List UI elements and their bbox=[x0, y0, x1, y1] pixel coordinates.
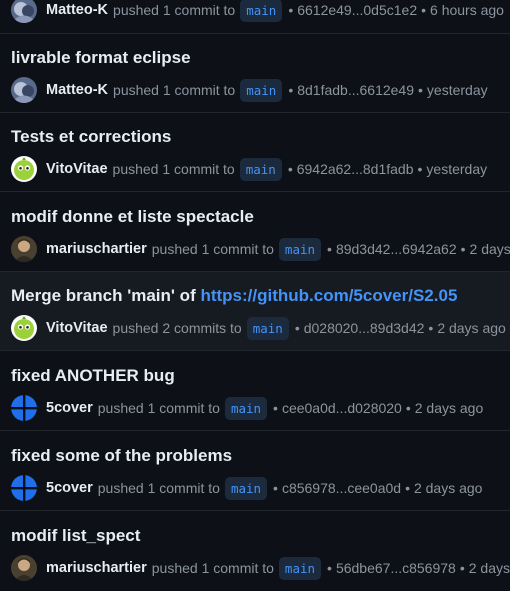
commit-range-link[interactable]: c856978...cee0a0d bbox=[282, 480, 401, 496]
separator-dot: • bbox=[405, 480, 410, 496]
commit-range-link[interactable]: 8d1fadb...6612e49 bbox=[297, 82, 414, 98]
branch-badge[interactable]: main bbox=[240, 78, 283, 102]
entry-meta: 5cover pushed 1 commit to main • cee0a0d… bbox=[11, 395, 483, 421]
entry-meta: mariuschartier pushed 1 commit to main •… bbox=[11, 555, 510, 581]
entry-pushed-text: pushed 1 commit to bbox=[112, 161, 235, 177]
entry-pushed-text: pushed 1 commit to bbox=[113, 82, 236, 98]
separator-dot: • bbox=[418, 82, 423, 98]
separator-dot: • bbox=[459, 560, 465, 576]
entry-time: yesterday bbox=[426, 161, 488, 177]
entry-time: 6 hours ago bbox=[430, 2, 504, 18]
entry-username[interactable]: Matteo-K bbox=[46, 82, 108, 98]
activity-entry: fixed some of the problems 5cover pushed… bbox=[0, 432, 510, 511]
activity-entry: modif list_spect mariuschartier pushed 1… bbox=[0, 512, 510, 591]
entry-meta: VitoVitae pushed 1 commit to main • 6942… bbox=[11, 156, 487, 182]
entry-meta: Matteo-K pushed 1 commit to main • 8d1fa… bbox=[11, 77, 488, 103]
entry-pushed-text: pushed 2 commits to bbox=[112, 320, 242, 336]
entry-username[interactable]: 5cover bbox=[46, 400, 93, 416]
activity-entry: Tests et corrections VitoVitae pushed 1 … bbox=[0, 113, 510, 192]
commit-range-link[interactable]: 6942a62...8d1fadb bbox=[297, 161, 414, 177]
separator-dot: • bbox=[287, 161, 293, 177]
avatar-vito-icon[interactable] bbox=[11, 156, 37, 182]
separator-dot: • bbox=[288, 82, 294, 98]
commit-title[interactable]: livrable format eclipse bbox=[11, 48, 191, 68]
entry-pushed-text: pushed 1 commit to bbox=[97, 480, 220, 496]
commit-title[interactable]: fixed some of the problems bbox=[11, 446, 232, 466]
commit-title[interactable]: modif list_spect bbox=[11, 526, 140, 546]
separator-dot: • bbox=[327, 560, 332, 576]
entry-username[interactable]: VitoVitae bbox=[46, 320, 108, 336]
branch-badge[interactable]: main bbox=[224, 476, 268, 500]
avatar-5cover-icon[interactable] bbox=[11, 395, 37, 421]
entry-username[interactable]: 5cover bbox=[46, 480, 93, 496]
separator-dot: • bbox=[460, 241, 466, 257]
activity-entry: modif donne et liste spectacle mariuscha… bbox=[0, 193, 510, 272]
branch-badge[interactable]: main bbox=[278, 237, 322, 261]
branch-badge[interactable]: main bbox=[239, 157, 282, 181]
commit-range-link[interactable]: 6612e49...0d5c1e2 bbox=[297, 2, 417, 18]
entry-time: 2 days ago bbox=[437, 320, 506, 336]
branch-badge[interactable]: main bbox=[240, 0, 283, 22]
commit-range-link[interactable]: cee0a0d...d028020 bbox=[282, 400, 402, 416]
entry-meta: Matteo-K pushed 1 commit to main • 6612e… bbox=[11, 0, 504, 23]
entry-time: 2 days ago bbox=[414, 400, 484, 416]
entry-time: 2 days ago bbox=[413, 480, 483, 496]
entry-username[interactable]: mariuschartier bbox=[46, 560, 147, 576]
entry-time: 2 days ago bbox=[469, 241, 510, 257]
separator-dot: • bbox=[273, 400, 278, 416]
activity-entry: livrable format eclipse Matteo-K pushed … bbox=[0, 34, 510, 113]
avatar-marius-icon[interactable] bbox=[11, 555, 37, 581]
commit-title[interactable]: fixed ANOTHER bug bbox=[11, 366, 175, 386]
entry-meta: 5cover pushed 1 commit to main • c856978… bbox=[11, 475, 482, 501]
activity-entry: Matteo-K pushed 1 commit to main • 6612e… bbox=[0, 0, 510, 34]
commit-title-link[interactable]: https://github.com/5cover/S2.05 bbox=[200, 286, 457, 305]
commit-title[interactable]: modif donne et liste spectacle bbox=[11, 207, 254, 227]
activity-entry: Merge branch 'main' of https://github.co… bbox=[0, 272, 510, 351]
branch-badge[interactable]: main bbox=[246, 316, 289, 340]
commit-range-link[interactable]: 56dbe67...c856978 bbox=[336, 560, 456, 576]
entry-time: 2 days ago bbox=[468, 560, 510, 576]
separator-dot: • bbox=[405, 400, 411, 416]
separator-dot: • bbox=[294, 320, 300, 336]
avatar-marius-icon[interactable] bbox=[11, 236, 37, 262]
avatar-5cover-icon[interactable] bbox=[11, 475, 37, 501]
entry-pushed-text: pushed 1 commit to bbox=[151, 560, 274, 576]
entry-pushed-text: pushed 1 commit to bbox=[97, 400, 220, 416]
commit-range-link[interactable]: d028020...89d3d42 bbox=[304, 320, 425, 336]
entry-pushed-text: pushed 1 commit to bbox=[113, 2, 236, 18]
separator-dot: • bbox=[428, 320, 434, 336]
entry-time: yesterday bbox=[426, 82, 488, 98]
separator-dot: • bbox=[421, 2, 427, 18]
commit-range-link[interactable]: 89d3d42...6942a62 bbox=[336, 241, 457, 257]
branch-badge[interactable]: main bbox=[278, 556, 322, 580]
avatar-vito-icon[interactable] bbox=[11, 315, 37, 341]
branch-badge[interactable]: main bbox=[224, 396, 268, 420]
entry-meta: VitoVitae pushed 2 commits to main • d02… bbox=[11, 315, 506, 341]
entry-pushed-text: pushed 1 commit to bbox=[151, 241, 274, 257]
entry-username[interactable]: VitoVitae bbox=[46, 161, 108, 177]
entry-username[interactable]: Matteo-K bbox=[46, 2, 108, 18]
avatar-matteo-icon[interactable] bbox=[11, 0, 37, 23]
avatar-matteo-icon[interactable] bbox=[11, 77, 37, 103]
entry-username[interactable]: mariuschartier bbox=[46, 241, 147, 257]
separator-dot: • bbox=[327, 241, 332, 257]
commit-title[interactable]: Tests et corrections bbox=[11, 127, 171, 147]
commit-title: Merge branch 'main' of https://github.co… bbox=[11, 286, 457, 306]
separator-dot: • bbox=[273, 480, 278, 496]
separator-dot: • bbox=[288, 2, 294, 18]
commit-title-text[interactable]: Merge branch 'main' of bbox=[11, 286, 200, 305]
activity-entry: fixed ANOTHER bug 5cover pushed 1 commit… bbox=[0, 352, 510, 431]
entry-meta: mariuschartier pushed 1 commit to main •… bbox=[11, 236, 510, 262]
separator-dot: • bbox=[417, 161, 423, 177]
